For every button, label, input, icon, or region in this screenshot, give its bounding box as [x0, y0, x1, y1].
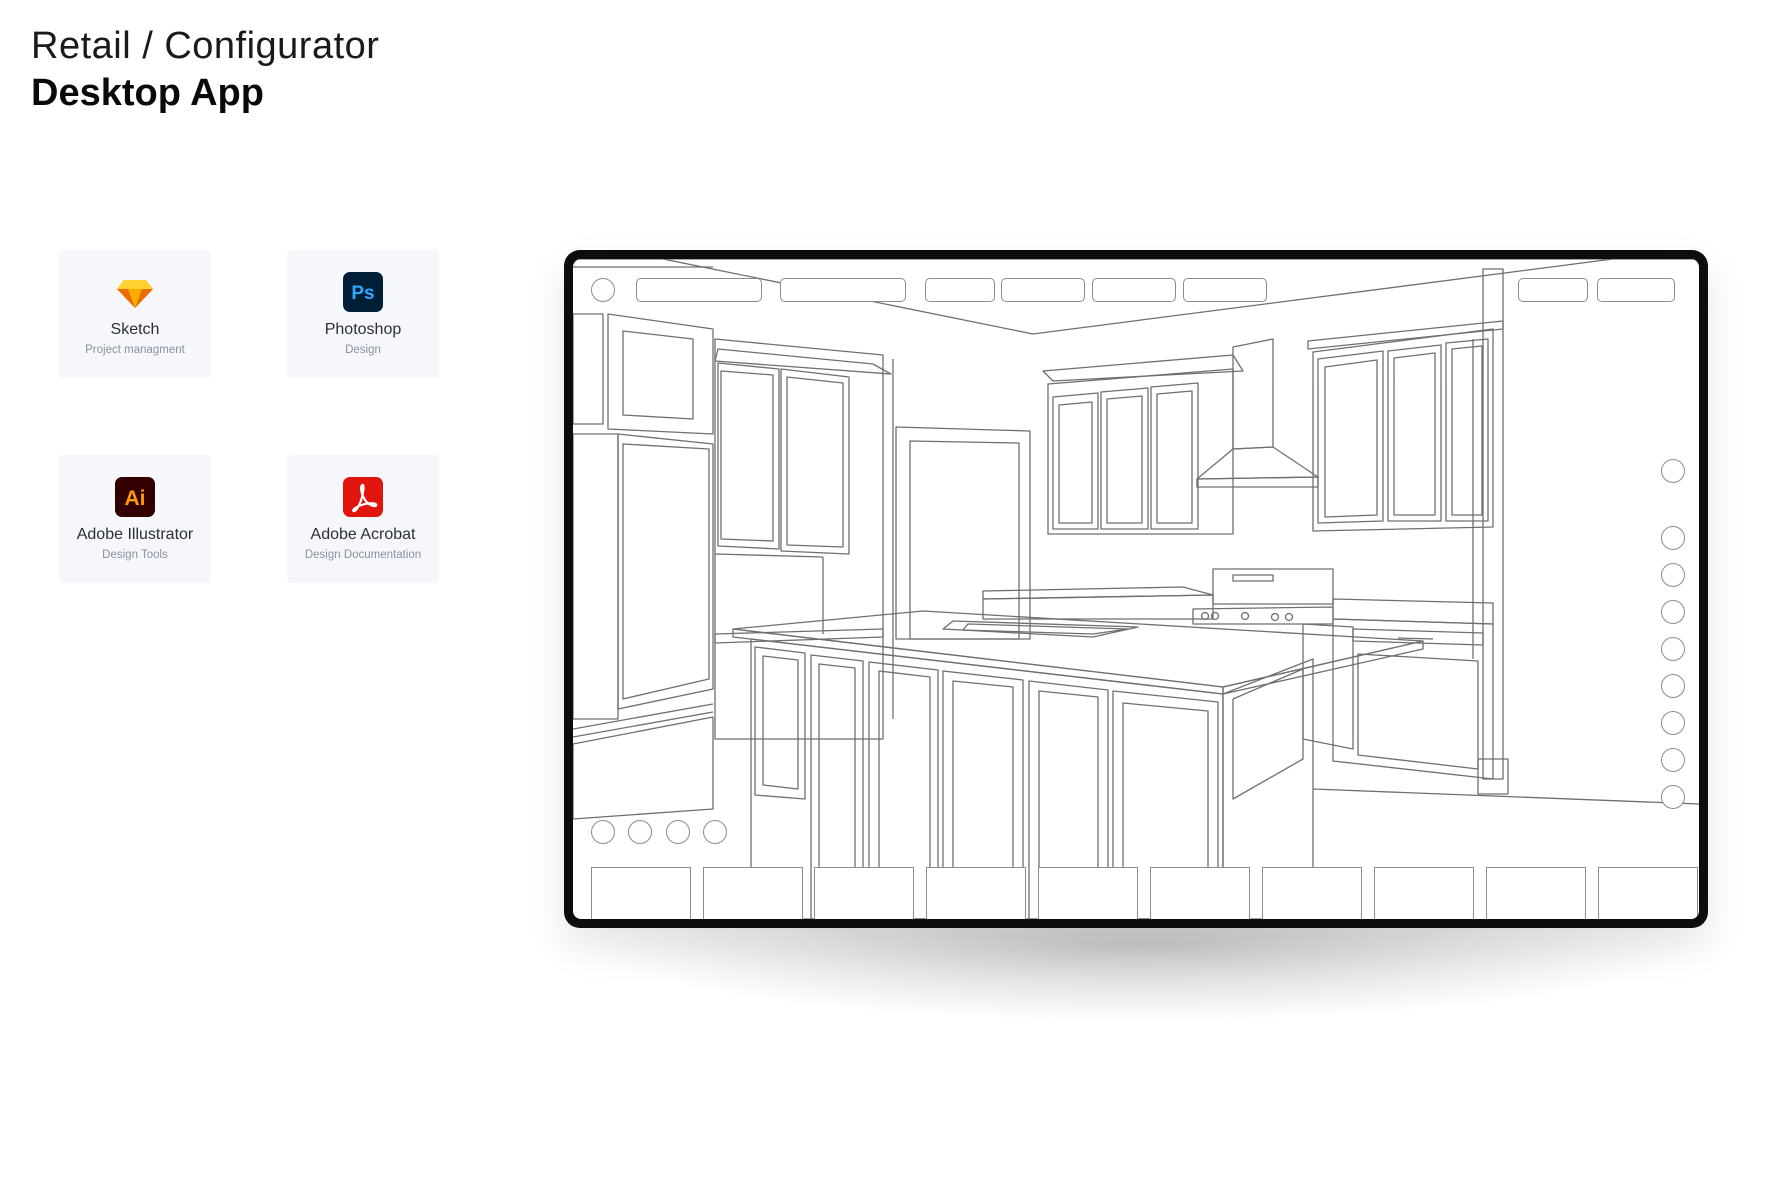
- tool-name: Sketch: [110, 321, 160, 338]
- view-control-4[interactable]: [703, 820, 727, 844]
- side-tool-8[interactable]: [1661, 748, 1685, 772]
- tool-card-photoshop[interactable]: Ps Photoshop Design: [287, 250, 439, 378]
- product-thumbnail[interactable]: [814, 867, 914, 919]
- toolbar-button-8[interactable]: [1597, 278, 1675, 302]
- device-frame: [564, 250, 1708, 928]
- side-tool-1[interactable]: [1661, 459, 1685, 483]
- side-tool-6[interactable]: [1661, 674, 1685, 698]
- side-tool-7[interactable]: [1661, 711, 1685, 735]
- toolbar-button-5[interactable]: [1092, 278, 1176, 302]
- tool-card-illustrator[interactable]: Ai Adobe Illustrator Design Tools: [59, 455, 211, 583]
- toolbar-button-6[interactable]: [1183, 278, 1267, 302]
- illustrator-icon: Ai: [115, 477, 155, 517]
- page-header: Retail / Configurator Desktop App: [31, 24, 379, 118]
- tool-card-acrobat[interactable]: Adobe Acrobat Design Documentation: [287, 455, 439, 583]
- tool-name: Photoshop: [324, 321, 402, 338]
- configurator-screen: [573, 259, 1699, 919]
- toolbar-button-7[interactable]: [1518, 278, 1588, 302]
- side-tool-3[interactable]: [1661, 563, 1685, 587]
- menu-button[interactable]: [591, 278, 615, 302]
- tool-card-sketch[interactable]: Sketch Project managment: [59, 250, 211, 378]
- product-thumbnail[interactable]: [591, 867, 691, 919]
- product-thumbnail[interactable]: [1262, 867, 1362, 919]
- toolbar-button-2[interactable]: [780, 278, 906, 302]
- tool-desc: Design Documentation: [304, 549, 422, 561]
- photoshop-icon: Ps: [343, 272, 383, 312]
- view-control-1[interactable]: [591, 820, 615, 844]
- side-tool-9[interactable]: [1661, 785, 1685, 809]
- side-tool-4[interactable]: [1661, 600, 1685, 624]
- product-thumbnail[interactable]: [1150, 867, 1250, 919]
- tool-name: Adobe Acrobat: [310, 526, 416, 543]
- toolbar-button-1[interactable]: [636, 278, 762, 302]
- view-control-2[interactable]: [628, 820, 652, 844]
- toolbar-button-3[interactable]: [925, 278, 995, 302]
- sketch-icon: [117, 280, 153, 308]
- page-subtitle: Retail / Configurator: [31, 25, 380, 67]
- product-thumbnail[interactable]: [926, 867, 1026, 919]
- kitchen-wireframe-illustration: [573, 259, 1699, 919]
- toolbar-button-4[interactable]: [1001, 278, 1085, 302]
- view-control-3[interactable]: [666, 820, 690, 844]
- tool-name: Adobe Illustrator: [76, 526, 194, 543]
- product-thumbnail[interactable]: [1486, 867, 1586, 919]
- product-thumbnail[interactable]: [1038, 867, 1138, 919]
- product-thumbnail[interactable]: [1598, 867, 1698, 919]
- side-tool-5[interactable]: [1661, 637, 1685, 661]
- tool-desc: Project managment: [85, 344, 185, 356]
- acrobat-icon: [343, 477, 383, 517]
- product-thumbnail[interactable]: [703, 867, 803, 919]
- side-tool-2[interactable]: [1661, 526, 1685, 550]
- photoshop-icon-label: Ps: [351, 283, 374, 304]
- tool-desc: Design: [345, 344, 381, 356]
- page-title: Desktop App: [31, 72, 264, 114]
- illustrator-icon-label: Ai: [125, 487, 146, 510]
- tool-desc: Design Tools: [102, 549, 168, 561]
- product-thumbnail[interactable]: [1374, 867, 1474, 919]
